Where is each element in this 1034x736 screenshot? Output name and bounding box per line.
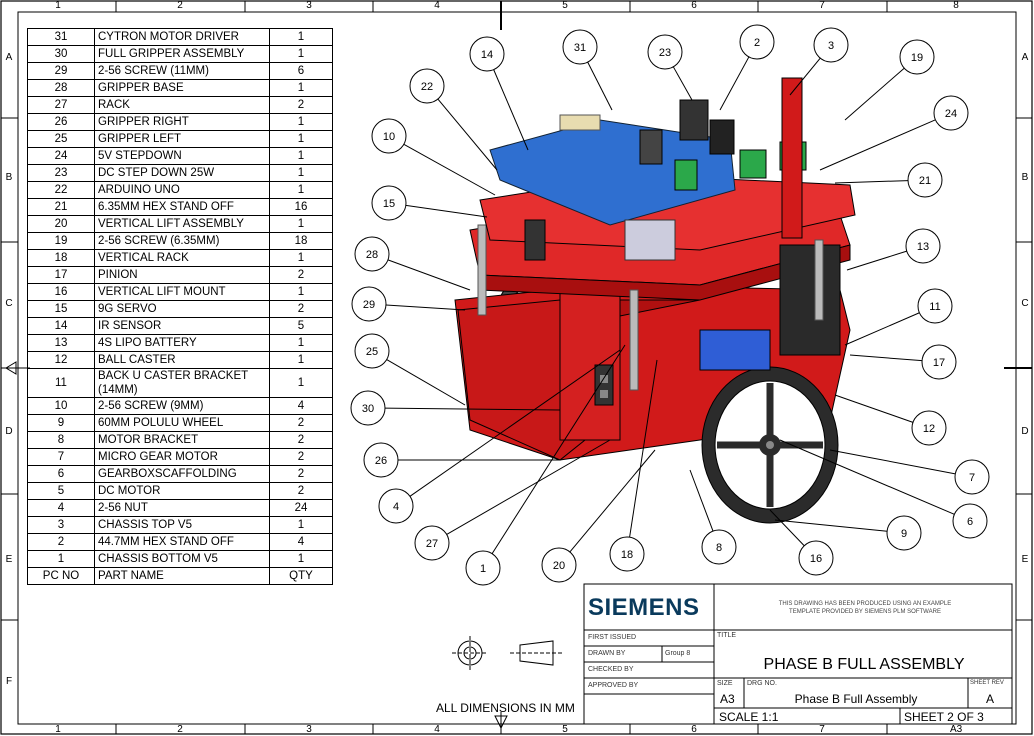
first-issued-label: FIRST ISSUED xyxy=(588,634,637,641)
checked-by-label: CHECKED BY xyxy=(588,666,634,673)
sheet-rev-label: SHEET REV xyxy=(970,680,1004,686)
revision-value: A xyxy=(985,692,994,706)
title-label: TITLE xyxy=(717,632,737,639)
title-block-lines xyxy=(452,583,1013,725)
template-notice-line1: THIS DRAWING HAS BEEN PRODUCED USING AN … xyxy=(778,601,952,607)
approved-by-label: APPROVED BY xyxy=(588,682,639,689)
drawing-number: Phase B Full Assembly xyxy=(794,692,918,706)
drawing-title: PHASE B FULL ASSEMBLY xyxy=(763,656,965,673)
scale-value: SCALE 1:1 xyxy=(719,710,779,724)
sheet-size-footer: A3 xyxy=(950,724,963,735)
siemens-logo: SIEMENS xyxy=(588,594,700,621)
drawing-number-label: DRG NO. xyxy=(747,680,777,687)
template-notice-line2: TEMPLATE PROVIDED BY SIEMENS PLM SOFTWAR… xyxy=(789,609,941,615)
drawn-by-label: DRAWN BY xyxy=(588,650,626,657)
dimensions-note: ALL DIMENSIONS IN MM xyxy=(436,701,575,715)
drawn-by-value: Group 8 xyxy=(665,650,691,657)
size-value: A3 xyxy=(720,692,735,706)
size-label: SIZE xyxy=(717,680,733,687)
sheet-number: SHEET 2 OF 3 xyxy=(904,710,984,724)
